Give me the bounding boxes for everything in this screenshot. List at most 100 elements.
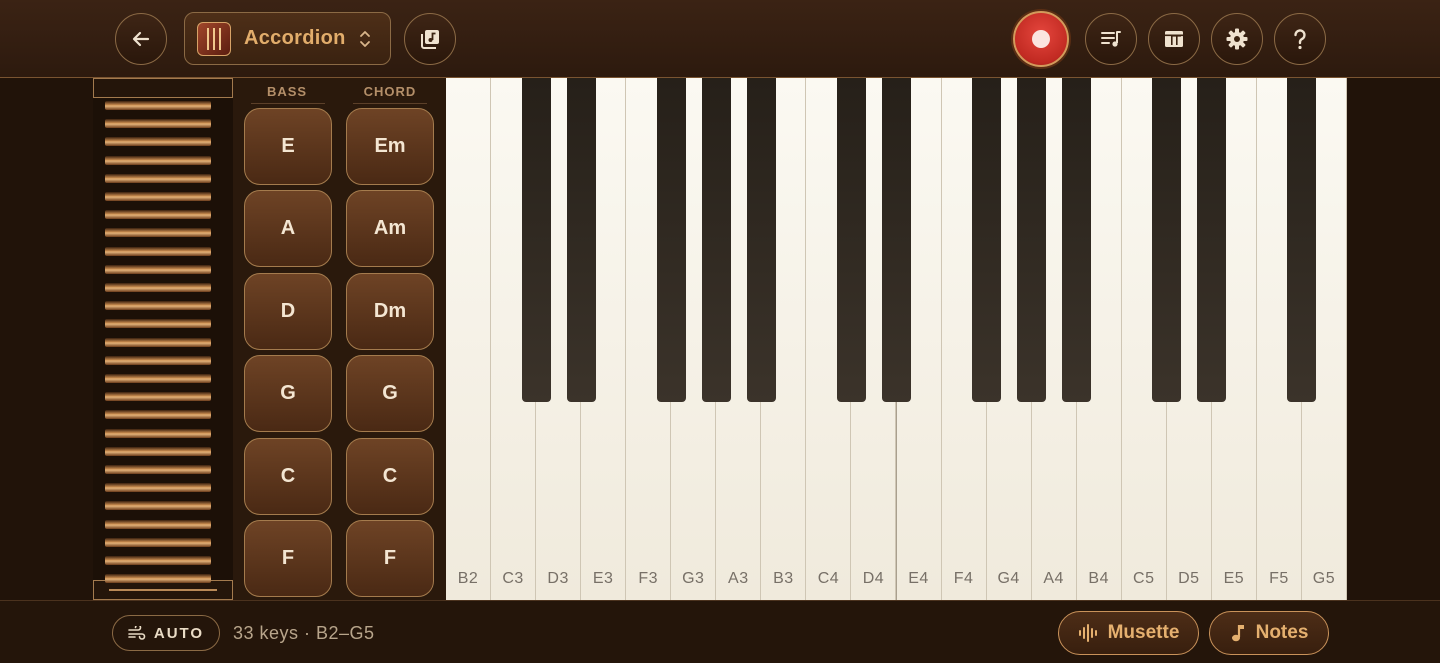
auto-button[interactable]: AUTO — [112, 615, 220, 651]
help-icon — [1294, 29, 1306, 50]
key-label: C3 — [502, 570, 524, 587]
bellows-fold — [105, 483, 211, 493]
black-key[interactable] — [1287, 78, 1317, 402]
bass-header: BASS — [266, 84, 308, 99]
black-key[interactable] — [701, 78, 731, 402]
bellows-fold — [105, 155, 211, 165]
key-label: A3 — [728, 570, 749, 587]
bass-button[interactable]: D — [244, 272, 332, 350]
key-label: B2 — [457, 570, 479, 587]
key-label: G3 — [682, 570, 705, 587]
key-label: B4 — [1088, 570, 1109, 587]
help-button[interactable] — [1274, 13, 1326, 65]
notes-label: Notes — [1255, 622, 1309, 643]
black-key[interactable] — [746, 78, 776, 402]
bellows-fold — [105, 537, 211, 547]
bass-chord-panel: BASS CHORD E Em A Am D Dm G G C C F F — [233, 78, 446, 600]
black-key[interactable] — [972, 78, 1002, 402]
bellows-fold — [105, 337, 211, 347]
key-label: C4 — [817, 570, 840, 587]
chord-button[interactable]: F — [346, 520, 434, 597]
keys-range-info: 33 keys · B2–G5 — [233, 623, 375, 643]
top-bar: Accordion — [0, 0, 1440, 78]
layout-icon — [1165, 31, 1183, 47]
waveform-icon — [1078, 624, 1097, 642]
record-button[interactable] — [1013, 11, 1069, 67]
key-label: E4 — [908, 570, 929, 587]
bellows-fold — [105, 101, 211, 110]
black-key[interactable] — [656, 78, 686, 402]
layout-button[interactable] — [1148, 13, 1200, 65]
settings-button[interactable] — [1211, 13, 1263, 65]
chord-button[interactable]: C — [346, 437, 434, 515]
bellows-top-cap — [93, 78, 233, 98]
notes-button[interactable]: Notes — [1209, 611, 1329, 655]
music-library-icon — [421, 30, 439, 49]
divider — [353, 103, 427, 104]
bellows-fold — [105, 210, 211, 220]
bellows-fold — [105, 428, 211, 438]
bottom-bar: AUTO 33 keys · B2–G5 Musette Notes — [0, 600, 1440, 663]
black-key[interactable] — [1152, 78, 1182, 402]
bellows-fold — [105, 465, 211, 474]
arrow-left-icon — [132, 31, 150, 47]
music-library-button[interactable] — [404, 13, 456, 65]
black-key[interactable] — [521, 78, 551, 402]
wind-icon — [128, 626, 146, 640]
chord-button[interactable]: Am — [346, 190, 434, 268]
black-key[interactable] — [882, 78, 911, 402]
bellows-fold — [105, 319, 211, 329]
bellows-fold — [105, 392, 211, 402]
bellows[interactable] — [93, 78, 233, 600]
key-label: F4 — [953, 570, 974, 587]
bellows-fold — [105, 137, 211, 147]
gear-icon — [1226, 28, 1248, 50]
bellows-fold — [105, 173, 211, 183]
key-label: D3 — [547, 570, 569, 587]
music-note-icon — [1231, 625, 1244, 642]
bellows-fold — [105, 446, 211, 456]
chord-button[interactable]: G — [346, 355, 434, 433]
auto-label: AUTO — [153, 624, 205, 642]
bellows-fold — [105, 556, 211, 565]
divider — [251, 103, 325, 104]
bass-button[interactable]: E — [244, 108, 332, 185]
black-key[interactable] — [1062, 78, 1092, 402]
bellows-fold — [105, 192, 211, 201]
piano-keyboard: B2 C3 D3 E3 F3 G3 A3 B3 C4 D4 E4 F4 G4 A4 B4 C5 D5 E5 F5 G5 — [446, 78, 1347, 600]
chord-header: CHORD — [363, 84, 417, 99]
bass-button[interactable]: A — [244, 190, 332, 268]
chord-button[interactable]: Dm — [346, 272, 434, 350]
back-button[interactable] — [115, 13, 167, 65]
black-key[interactable] — [1017, 78, 1047, 402]
key-label: B3 — [773, 570, 794, 587]
playlist-button[interactable] — [1085, 13, 1137, 65]
black-key[interactable] — [836, 78, 866, 402]
bellows-fold — [105, 119, 211, 129]
musette-button[interactable]: Musette — [1058, 611, 1199, 655]
bass-button[interactable]: C — [244, 437, 332, 515]
bellows-fold — [105, 519, 211, 529]
bellows-fold — [105, 410, 211, 420]
bellows-fold — [105, 264, 211, 274]
key-label: A4 — [1043, 570, 1064, 587]
musette-label: Musette — [1107, 622, 1180, 643]
white-key[interactable]: B2 — [446, 78, 492, 600]
black-key[interactable] — [566, 78, 596, 402]
bellows-fold — [105, 301, 211, 311]
bass-button[interactable]: G — [244, 355, 332, 433]
key-label: E5 — [1223, 570, 1245, 587]
bass-button[interactable]: F — [244, 520, 332, 597]
bellows-fold — [105, 574, 211, 584]
bellows-fold — [105, 283, 211, 292]
playlist-icon — [1101, 31, 1121, 47]
bellows-fold — [105, 374, 211, 383]
accordion-icon — [197, 21, 231, 56]
black-key[interactable] — [1197, 78, 1227, 402]
instrument-selector[interactable]: Accordion — [184, 12, 391, 65]
key-label: G5 — [1312, 570, 1336, 587]
key-label: F5 — [1269, 570, 1289, 587]
record-icon — [1032, 30, 1050, 48]
key-label: F3 — [638, 570, 659, 587]
chord-button[interactable]: Em — [346, 108, 434, 185]
